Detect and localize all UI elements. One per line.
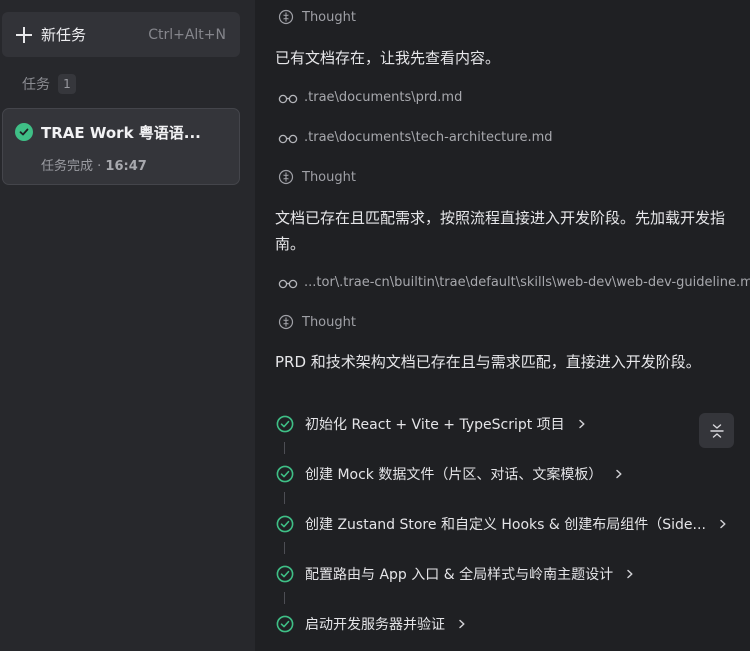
task-status: 任务完成: [41, 159, 94, 174]
new-task-button[interactable]: 新任务 Ctrl+Alt+N: [2, 12, 240, 57]
task-item[interactable]: TRAE Work 粤语语... 任务完成 · 16:47: [2, 108, 240, 185]
glasses-icon: [278, 134, 298, 143]
task-section-title: 任务: [22, 77, 50, 93]
thought-label: Thought: [302, 169, 356, 185]
assistant-message: 已有文档存在，让我先查看内容。: [275, 49, 501, 67]
chevron-right-icon: [578, 419, 585, 429]
chat-panel: Thought 已有文档存在，让我先查看内容。 .trae\documents\…: [255, 0, 750, 651]
step-connector: [284, 492, 285, 504]
glasses-icon: [278, 279, 298, 288]
step-label: 配置路由与 App 入口 & 全局样式与岭南主题设计: [305, 567, 614, 583]
new-task-shortcut: Ctrl+Alt+N: [148, 26, 226, 43]
step-item[interactable]: 启动开发服务器并验证: [275, 614, 467, 634]
brain-icon: [278, 9, 294, 25]
thought-row[interactable]: Thought: [275, 169, 356, 185]
task-title: TRAE Work 粤语语...: [41, 124, 201, 142]
check-circle-icon: [276, 615, 294, 633]
task-separator: ·: [93, 159, 106, 174]
step-label: 创建 Zustand Store 和自定义 Hooks & 创建布局组件（Sid…: [305, 517, 706, 533]
thought-label: Thought: [302, 314, 356, 330]
step-item[interactable]: 配置路由与 App 入口 & 全局样式与岭南主题设计: [275, 564, 635, 584]
sidebar: 新任务 Ctrl+Alt+N 任务 1 TRAE Work 粤语语... 任务完…: [0, 0, 255, 651]
task-count-badge: 1: [58, 74, 76, 94]
check-circle-icon: [276, 465, 294, 483]
file-read-item[interactable]: ...tor\.trae-cn\builtin\trae\default\ski…: [275, 275, 750, 290]
chevron-right-icon: [459, 619, 465, 629]
file-read-item[interactable]: .trae\documents\tech-architecture.md: [275, 130, 553, 145]
step-connector: [284, 592, 285, 604]
step-connector: [284, 442, 285, 454]
chevron-right-icon: [627, 569, 633, 579]
step-connector: [284, 542, 285, 554]
step-label: 创建 Mock 数据文件（片区、对话、文案模板）: [305, 467, 603, 483]
check-circle-icon: [276, 565, 294, 583]
new-task-label: 新任务: [41, 26, 87, 44]
thought-row[interactable]: Thought: [275, 9, 356, 25]
collapse-steps-button[interactable]: [699, 413, 734, 448]
chevron-right-icon: [720, 519, 726, 529]
file-path: .trae\documents\prd.md: [304, 90, 463, 105]
step-item[interactable]: 创建 Zustand Store 和自定义 Hooks & 创建布局组件（Sid…: [275, 514, 728, 534]
check-circle-icon: [276, 415, 294, 433]
file-path: ...tor\.trae-cn\builtin\trae\default\ski…: [304, 275, 750, 290]
step-label: 初始化 React + Vite + TypeScript 项目: [305, 417, 565, 433]
task-time: 16:47: [105, 159, 147, 174]
glasses-icon: [278, 94, 298, 103]
chevron-right-icon: [616, 469, 622, 479]
assistant-message: 文档已存在且匹配需求，按照流程直接进入开发阶段。先加载开发指南。: [275, 209, 726, 253]
thought-label: Thought: [302, 9, 356, 25]
brain-icon: [278, 314, 294, 330]
brain-icon: [278, 169, 294, 185]
thought-row[interactable]: Thought: [275, 314, 356, 330]
step-item[interactable]: 创建 Mock 数据文件（片区、对话、文案模板）: [275, 464, 624, 484]
plus-icon: [16, 26, 32, 43]
step-item[interactable]: 初始化 React + Vite + TypeScript 项目: [275, 414, 587, 434]
check-circle-icon: [15, 123, 33, 141]
step-label: 启动开发服务器并验证: [305, 617, 445, 633]
collapse-icon: [709, 423, 724, 438]
task-status-line: 任务完成 · 16:47: [41, 155, 147, 174]
task-section-header: 任务 1: [22, 74, 76, 94]
file-read-item[interactable]: .trae\documents\prd.md: [275, 90, 462, 105]
file-path: .trae\documents\tech-architecture.md: [304, 130, 553, 145]
check-circle-icon: [276, 515, 294, 533]
assistant-message: PRD 和技术架构文档已存在且与需求匹配，直接进入开发阶段。: [275, 353, 701, 371]
